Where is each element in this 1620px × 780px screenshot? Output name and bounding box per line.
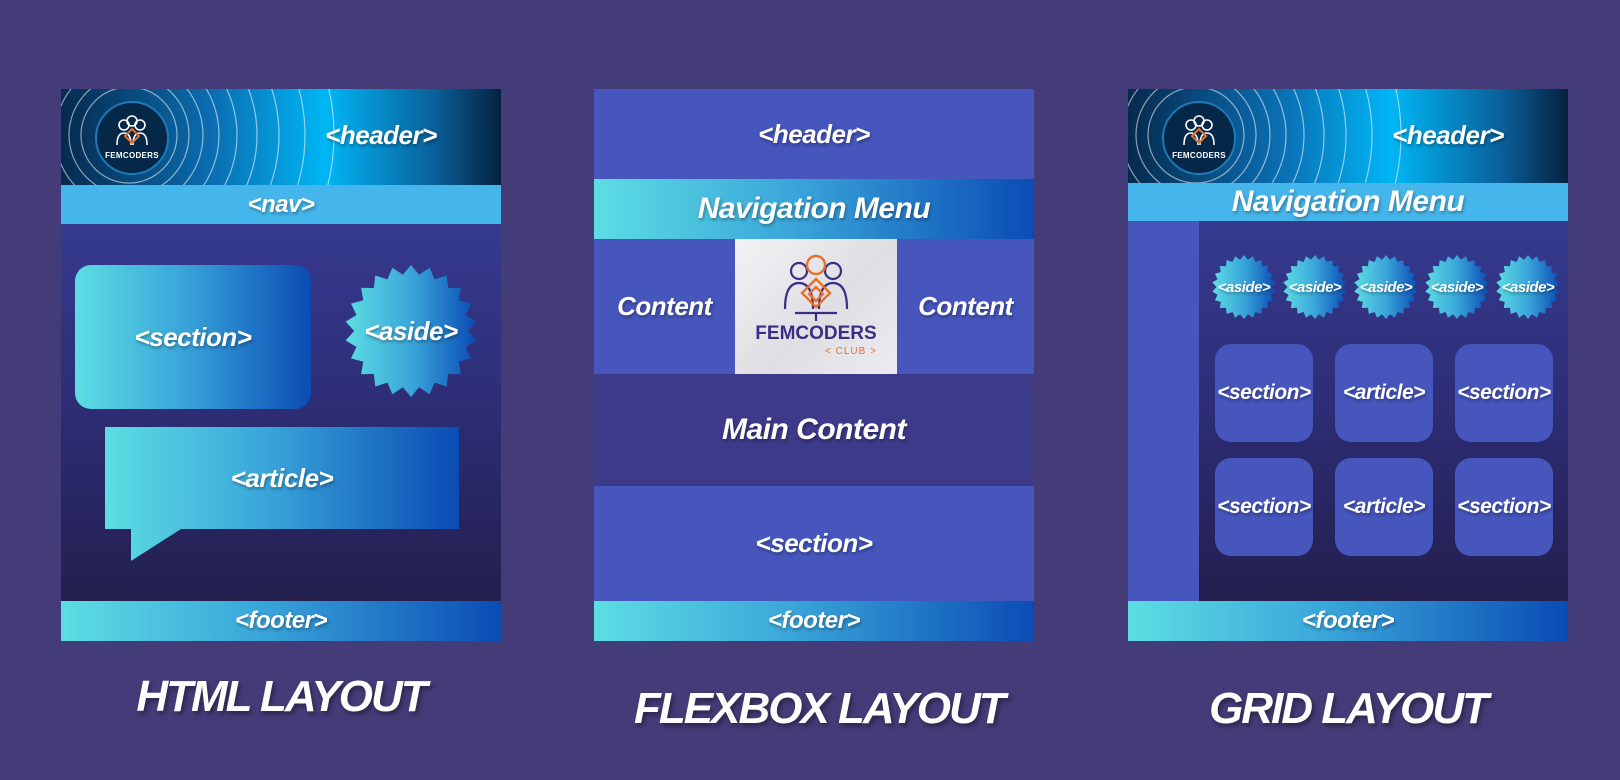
grid-section-box: <section>	[1455, 458, 1553, 556]
section-label: <section>	[1457, 381, 1551, 404]
caption-html-layout: HTML LAYOUT	[136, 672, 427, 721]
header-label: <header>	[325, 119, 437, 150]
logo-subtitle: < CLUB >	[825, 346, 877, 357]
grid-article-box: <article>	[1335, 344, 1433, 442]
flex-content-left: Content	[594, 239, 735, 374]
header-label: <header>	[1392, 119, 1504, 150]
article-label: <article>	[230, 462, 334, 493]
logo-title: FEMCODERS	[755, 323, 877, 344]
flex-main-content: Main Content	[594, 374, 1034, 486]
grid-section-box: <section>	[1215, 458, 1313, 556]
aside-label: <aside>	[1288, 278, 1342, 296]
html-header-banner: FEMCODERS <header>	[61, 89, 501, 185]
grid-header-banner: FEMCODERS <header>	[1128, 89, 1568, 185]
flex-content-right: Content	[897, 239, 1034, 374]
grid-nav-bar: Navigation Menu	[1128, 183, 1568, 221]
femcoders-club-logo: FEMCODERS < CLUB >	[735, 239, 897, 374]
nav-label: Navigation Menu	[1231, 185, 1465, 218]
people-logo-icon	[783, 254, 849, 321]
content-label: Content	[918, 291, 1013, 321]
caption-grid-layout: GRID LAYOUT	[1209, 684, 1489, 733]
flex-footer-bar: <footer>	[594, 601, 1034, 641]
grid-layout-panel: FEMCODERS <header> Navigation Menu <asid…	[1128, 89, 1568, 641]
aside-label: <aside>	[1430, 278, 1484, 296]
grid-footer-bar: <footer>	[1128, 601, 1568, 641]
section-label: <section>	[134, 321, 252, 352]
grid-section-box: <section>	[1215, 344, 1313, 442]
article-label: <article>	[1343, 495, 1425, 518]
grid-article-box: <article>	[1335, 458, 1433, 556]
femcoders-logo: FEMCODERS	[1162, 101, 1236, 175]
main-label: Main Content	[722, 413, 906, 446]
grid-sidebar	[1128, 221, 1199, 601]
femcoders-logo: FEMCODERS	[95, 101, 169, 175]
footer-label: <footer>	[767, 607, 861, 634]
aside-label: <aside>	[1359, 278, 1413, 296]
html-footer-bar: <footer>	[61, 601, 501, 641]
flex-nav-bar: Navigation Menu	[594, 179, 1034, 239]
aside-label: <aside>	[364, 315, 458, 346]
section-label: <section>	[755, 528, 873, 558]
flex-section-block: <section>	[594, 486, 1034, 601]
caption-flexbox-layout: FLEXBOX LAYOUT	[634, 684, 1006, 733]
nav-label: <nav>	[247, 190, 315, 218]
content-label: Content	[617, 291, 712, 321]
html-section-box: <section>	[75, 265, 311, 409]
logo-text: FEMCODERS	[1172, 151, 1226, 160]
aside-label: <aside>	[1217, 278, 1271, 296]
article-label: <article>	[1343, 381, 1425, 404]
flex-header-block: <header>	[594, 89, 1034, 179]
aside-label: <aside>	[1501, 278, 1555, 296]
html-layout-panel: FEMCODERS <header> <nav> <section> <asid…	[61, 89, 501, 641]
footer-label: <footer>	[234, 607, 328, 634]
grid-section-box: <section>	[1455, 344, 1553, 442]
section-label: <section>	[1457, 495, 1551, 518]
people-logo-icon	[1183, 115, 1215, 146]
html-nav-bar: <nav>	[61, 185, 501, 224]
section-label: <section>	[1217, 495, 1311, 518]
flexbox-layout-panel: <header> Navigation Menu Content FEMCODE…	[594, 89, 1034, 641]
footer-label: <footer>	[1301, 607, 1395, 634]
nav-label: Navigation Menu	[697, 192, 931, 225]
logo-text: FEMCODERS	[105, 151, 159, 160]
people-logo-icon	[116, 115, 148, 146]
header-label: <header>	[758, 118, 870, 149]
section-label: <section>	[1217, 381, 1311, 404]
